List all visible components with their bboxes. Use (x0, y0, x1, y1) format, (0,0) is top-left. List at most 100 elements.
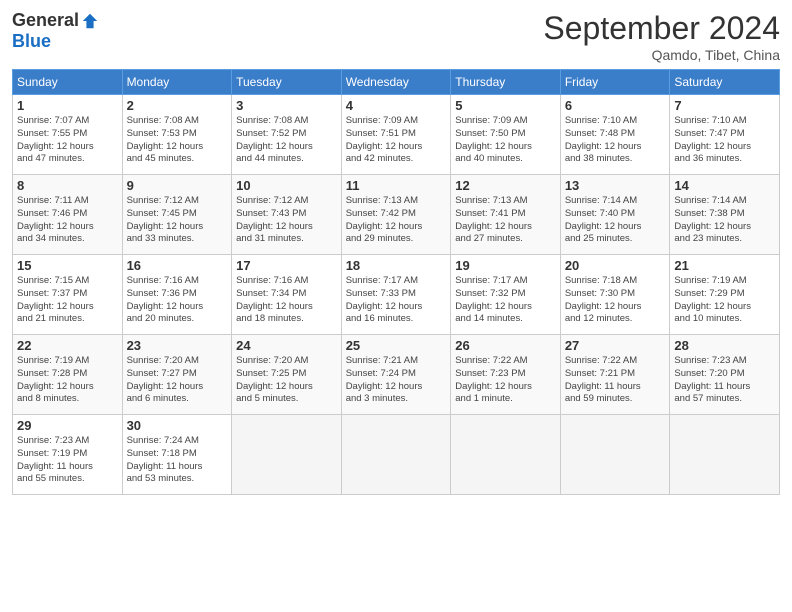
day-number: 28 (674, 338, 775, 353)
logo-icon (81, 12, 99, 30)
day-number: 25 (346, 338, 447, 353)
day-info: Sunrise: 7:23 AMSunset: 7:19 PMDaylight:… (17, 435, 118, 486)
table-row (670, 415, 780, 495)
table-row: 19Sunrise: 7:17 AMSunset: 7:32 PMDayligh… (451, 255, 561, 335)
table-row: 30Sunrise: 7:24 AMSunset: 7:18 PMDayligh… (122, 415, 232, 495)
table-row: 26 Sunrise: 7:22 AMSunset: 7:23 PMDayligh… (451, 335, 561, 415)
day-number: 24 (236, 338, 337, 353)
header-sunday: Sunday (13, 70, 123, 95)
table-row: 1 Sunrise: 7:07 AMSunset: 7:55 PMDaylight… (13, 95, 123, 175)
day-info: Sunrise: 7:13 AMSunset: 7:42 PMDaylight:… (346, 195, 447, 246)
day-number: 8 (17, 178, 118, 193)
header-friday: Friday (560, 70, 670, 95)
day-info: Sunrise: 7:12 AMSunset: 7:45 PMDaylight:… (127, 195, 228, 246)
table-row: 7 Sunrise: 7:10 AMSunset: 7:47 PMDaylight… (670, 95, 780, 175)
day-number: 7 (674, 98, 775, 113)
day-info: Sunrise: 7:10 AMSunset: 7:47 PMDaylight:… (674, 115, 775, 166)
day-number: 9 (127, 178, 228, 193)
day-info: Sunrise: 7:23 AMSunset: 7:20 PMDaylight:… (674, 355, 775, 406)
logo-blue-text: Blue (12, 31, 51, 52)
table-row: 25 Sunrise: 7:21 AMSunset: 7:24 PMDayligh… (341, 335, 451, 415)
calendar-week-1: 1 Sunrise: 7:07 AMSunset: 7:55 PMDaylight… (13, 95, 780, 175)
header-monday: Monday (122, 70, 232, 95)
day-number: 14 (674, 178, 775, 193)
page-container: General Blue September 2024 Qamdo, Tibet… (0, 0, 792, 612)
day-info: Sunrise: 7:17 AMSunset: 7:32 PMDaylight:… (455, 275, 556, 326)
day-info: Sunrise: 7:17 AMSunset: 7:33 PMDaylight:… (346, 275, 447, 326)
table-row: 27Sunrise: 7:22 AMSunset: 7:21 PMDayligh… (560, 335, 670, 415)
day-info: Sunrise: 7:16 AMSunset: 7:36 PMDaylight:… (127, 275, 228, 326)
header-saturday: Saturday (670, 70, 780, 95)
day-info: Sunrise: 7:07 AMSunset: 7:55 PMDaylight:… (17, 115, 118, 166)
day-info: Sunrise: 7:10 AMSunset: 7:48 PMDaylight:… (565, 115, 666, 166)
day-number: 1 (17, 98, 118, 113)
table-row: 22 Sunrise: 7:19 AMSunset: 7:28 PMDayligh… (13, 335, 123, 415)
day-number: 12 (455, 178, 556, 193)
table-row: 21 Sunrise: 7:19 AMSunset: 7:29 PMDayligh… (670, 255, 780, 335)
day-number: 2 (127, 98, 228, 113)
day-number: 29 (17, 418, 118, 433)
day-number: 5 (455, 98, 556, 113)
calendar-header-row: Sunday Monday Tuesday Wednesday Thursday… (13, 70, 780, 95)
day-number: 27 (565, 338, 666, 353)
day-number: 3 (236, 98, 337, 113)
table-row (451, 415, 561, 495)
day-number: 4 (346, 98, 447, 113)
table-row: 13 Sunrise: 7:14 AMSunset: 7:40 PMDayligh… (560, 175, 670, 255)
day-info: Sunrise: 7:22 AMSunset: 7:23 PMDaylight:… (455, 355, 556, 406)
day-info: Sunrise: 7:13 AMSunset: 7:41 PMDaylight:… (455, 195, 556, 246)
table-row: 18 Sunrise: 7:17 AMSunset: 7:33 PMDayligh… (341, 255, 451, 335)
day-number: 13 (565, 178, 666, 193)
header-tuesday: Tuesday (232, 70, 342, 95)
day-number: 17 (236, 258, 337, 273)
day-info: Sunrise: 7:19 AMSunset: 7:29 PMDaylight:… (674, 275, 775, 326)
table-row: 24 Sunrise: 7:20 AMSunset: 7:25 PMDayligh… (232, 335, 342, 415)
table-row: 2 Sunrise: 7:08 AMSunset: 7:53 PMDaylight… (122, 95, 232, 175)
day-number: 21 (674, 258, 775, 273)
location-text: Qamdo, Tibet, China (543, 47, 780, 63)
table-row (560, 415, 670, 495)
day-number: 6 (565, 98, 666, 113)
table-row: 4 Sunrise: 7:09 AMSunset: 7:51 PMDaylight… (341, 95, 451, 175)
table-row: 23 Sunrise: 7:20 AMSunset: 7:27 PMDayligh… (122, 335, 232, 415)
day-info: Sunrise: 7:21 AMSunset: 7:24 PMDaylight:… (346, 355, 447, 406)
table-row (341, 415, 451, 495)
day-info: Sunrise: 7:20 AMSunset: 7:27 PMDaylight:… (127, 355, 228, 406)
table-row: 20Sunrise: 7:18 AMSunset: 7:30 PMDayligh… (560, 255, 670, 335)
day-number: 16 (127, 258, 228, 273)
day-number: 23 (127, 338, 228, 353)
logo-general-text: General (12, 10, 79, 31)
table-row: 8Sunrise: 7:11 AMSunset: 7:46 PMDaylight… (13, 175, 123, 255)
table-row: 17 Sunrise: 7:16 AMSunset: 7:34 PMDayligh… (232, 255, 342, 335)
table-row: 29 Sunrise: 7:23 AMSunset: 7:19 PMDayligh… (13, 415, 123, 495)
page-header: General Blue September 2024 Qamdo, Tibet… (12, 10, 780, 63)
calendar-table: Sunday Monday Tuesday Wednesday Thursday… (12, 69, 780, 495)
day-number: 26 (455, 338, 556, 353)
day-number: 20 (565, 258, 666, 273)
title-section: September 2024 Qamdo, Tibet, China (543, 10, 780, 63)
day-number: 30 (127, 418, 228, 433)
table-row: 10Sunrise: 7:12 AMSunset: 7:43 PMDayligh… (232, 175, 342, 255)
table-row: 16 Sunrise: 7:16 AMSunset: 7:36 PMDayligh… (122, 255, 232, 335)
table-row: 12 Sunrise: 7:13 AMSunset: 7:41 PMDayligh… (451, 175, 561, 255)
logo: General Blue (12, 10, 99, 52)
day-info: Sunrise: 7:09 AMSunset: 7:51 PMDaylight:… (346, 115, 447, 166)
day-info: Sunrise: 7:14 AMSunset: 7:38 PMDaylight:… (674, 195, 775, 246)
day-number: 11 (346, 178, 447, 193)
calendar-week-3: 15Sunrise: 7:15 AMSunset: 7:37 PMDayligh… (13, 255, 780, 335)
day-number: 22 (17, 338, 118, 353)
table-row: 6 Sunrise: 7:10 AMSunset: 7:48 PMDaylight… (560, 95, 670, 175)
table-row: 5Sunrise: 7:09 AMSunset: 7:50 PMDaylight… (451, 95, 561, 175)
day-number: 18 (346, 258, 447, 273)
day-info: Sunrise: 7:14 AMSunset: 7:40 PMDaylight:… (565, 195, 666, 246)
table-row: 14 Sunrise: 7:14 AMSunset: 7:38 PMDayligh… (670, 175, 780, 255)
table-row: 15Sunrise: 7:15 AMSunset: 7:37 PMDayligh… (13, 255, 123, 335)
day-info: Sunrise: 7:19 AMSunset: 7:28 PMDaylight:… (17, 355, 118, 406)
day-info: Sunrise: 7:08 AMSunset: 7:52 PMDaylight:… (236, 115, 337, 166)
calendar-week-2: 8Sunrise: 7:11 AMSunset: 7:46 PMDaylight… (13, 175, 780, 255)
day-info: Sunrise: 7:08 AMSunset: 7:53 PMDaylight:… (127, 115, 228, 166)
day-info: Sunrise: 7:20 AMSunset: 7:25 PMDaylight:… (236, 355, 337, 406)
day-info: Sunrise: 7:16 AMSunset: 7:34 PMDaylight:… (236, 275, 337, 326)
header-wednesday: Wednesday (341, 70, 451, 95)
table-row: 3 Sunrise: 7:08 AMSunset: 7:52 PMDaylight… (232, 95, 342, 175)
